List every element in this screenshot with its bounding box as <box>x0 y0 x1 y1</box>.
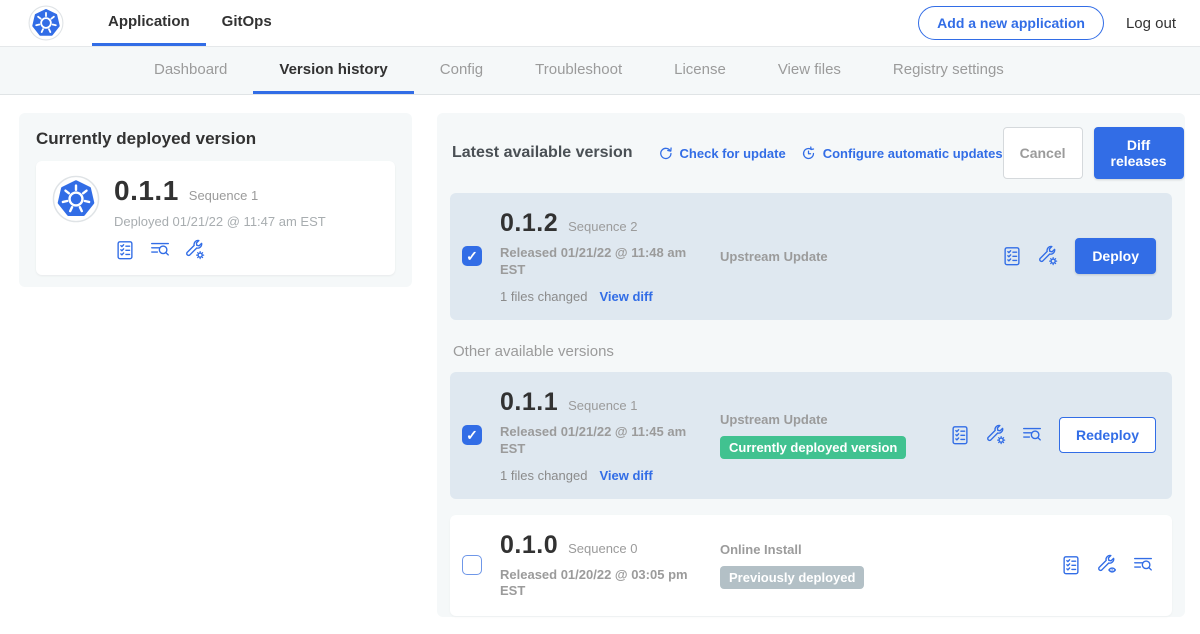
tab-gitops[interactable]: GitOps <box>206 0 288 46</box>
released-timestamp: Released 01/20/22 @ 03:05 pm EST <box>500 567 692 601</box>
version-checkbox[interactable]: ✓ <box>462 425 482 445</box>
diff-releases-button[interactable]: Diff releases <box>1094 127 1184 179</box>
deployed-version-details: 0.1.1 Sequence 1 Deployed 01/21/22 @ 11:… <box>114 175 326 261</box>
deployed-version-number: 0.1.1 <box>114 175 179 207</box>
cancel-button[interactable]: Cancel <box>1003 127 1083 179</box>
wrench-gear-icon[interactable] <box>184 239 206 261</box>
app-logo <box>28 0 64 46</box>
tab-dashboard[interactable]: Dashboard <box>128 47 253 94</box>
checklist-icon[interactable] <box>114 239 136 261</box>
currently-deployed-title: Currently deployed version <box>36 129 395 149</box>
version-row-0-1-2: ✓ 0.1.2 Sequence 2 Released 01/21/22 @ 1… <box>450 193 1172 320</box>
sequence-label: Sequence 1 <box>568 398 637 413</box>
top-nav-tabs: Application GitOps <box>92 0 288 46</box>
other-versions-title: Other available versions <box>453 343 1169 360</box>
view-diff-link[interactable]: View diff <box>599 289 652 304</box>
currently-deployed-panel: Currently deployed version 0.1.1 Sequenc… <box>19 113 412 287</box>
version-number: 0.1.1 <box>500 388 558 417</box>
version-source: Upstream Update Currently deployed versi… <box>720 412 949 459</box>
lines-magnifier-icon[interactable] <box>149 239 171 261</box>
tab-troubleshoot[interactable]: Troubleshoot <box>509 47 648 94</box>
checklist-icon[interactable] <box>949 424 971 446</box>
wrench-eye-icon[interactable] <box>1096 554 1118 576</box>
latest-version-title: Latest available version <box>452 144 633 162</box>
deployed-version-card: 0.1.1 Sequence 1 Deployed 01/21/22 @ 11:… <box>36 161 395 275</box>
version-source: Online Install Previously deployed <box>720 542 1060 589</box>
tab-application[interactable]: Application <box>92 0 206 46</box>
add-new-application-button[interactable]: Add a new application <box>918 6 1104 40</box>
auto-update-clock-icon <box>800 145 817 162</box>
refresh-icon <box>657 145 674 162</box>
tab-view-files[interactable]: View files <box>752 47 867 94</box>
files-changed-label: 1 files changed <box>500 468 587 483</box>
top-nav: Application GitOps Add a new application… <box>0 0 1200 47</box>
currently-deployed-badge: Currently deployed version <box>720 436 906 459</box>
latest-version-header: Latest available version Check for updat… <box>452 127 1170 179</box>
version-info: 0.1.2 Sequence 2 Released 01/21/22 @ 11:… <box>500 209 720 304</box>
version-row-0-1-1: ✓ 0.1.1 Sequence 1 Released 01/21/22 @ 1… <box>450 372 1172 499</box>
lines-magnifier-icon[interactable] <box>1132 554 1154 576</box>
version-history-panel: Latest available version Check for updat… <box>437 113 1185 617</box>
view-diff-link[interactable]: View diff <box>599 468 652 483</box>
deployed-sequence-label: Sequence 1 <box>189 188 258 203</box>
sequence-label: Sequence 0 <box>568 541 637 556</box>
released-timestamp: Released 01/21/22 @ 11:45 am EST <box>500 424 692 458</box>
lines-magnifier-icon[interactable] <box>1021 424 1043 446</box>
top-nav-right: Add a new application Log out <box>918 0 1176 46</box>
version-checkbox[interactable]: ✓ <box>462 246 482 266</box>
files-changed-label: 1 files changed <box>500 289 587 304</box>
tab-license[interactable]: License <box>648 47 752 94</box>
kubernetes-app-icon <box>52 175 100 223</box>
tab-registry-settings[interactable]: Registry settings <box>867 47 1030 94</box>
check-for-update-link[interactable]: Check for update <box>657 145 786 162</box>
logout-link[interactable]: Log out <box>1126 15 1176 32</box>
version-number: 0.1.2 <box>500 209 558 238</box>
version-row-0-1-0: 0.1.0 Sequence 0 Released 01/20/22 @ 03:… <box>450 515 1172 617</box>
checklist-icon[interactable] <box>1001 245 1023 267</box>
deploy-button[interactable]: Deploy <box>1075 238 1156 274</box>
configure-automatic-updates-link[interactable]: Configure automatic updates <box>800 145 1003 162</box>
kubernetes-icon <box>28 5 64 41</box>
previously-deployed-badge: Previously deployed <box>720 566 864 589</box>
tab-version-history[interactable]: Version history <box>253 47 413 94</box>
released-timestamp: Released 01/21/22 @ 11:48 am EST <box>500 245 692 279</box>
sequence-label: Sequence 2 <box>568 219 637 234</box>
redeploy-button[interactable]: Redeploy <box>1059 417 1156 453</box>
version-info: 0.1.0 Sequence 0 Released 01/20/22 @ 03:… <box>500 531 720 601</box>
deployed-timestamp: Deployed 01/21/22 @ 11:47 am EST <box>114 214 326 229</box>
wrench-gear-icon[interactable] <box>985 424 1007 446</box>
version-info: 0.1.1 Sequence 1 Released 01/21/22 @ 11:… <box>500 388 720 483</box>
checklist-icon[interactable] <box>1060 554 1082 576</box>
version-number: 0.1.0 <box>500 531 558 560</box>
tab-config[interactable]: Config <box>414 47 509 94</box>
app-sub-nav: Dashboard Version history Config Trouble… <box>0 47 1200 95</box>
version-checkbox[interactable] <box>462 555 482 575</box>
wrench-gear-icon[interactable] <box>1037 245 1059 267</box>
version-source: Upstream Update <box>720 249 1001 264</box>
